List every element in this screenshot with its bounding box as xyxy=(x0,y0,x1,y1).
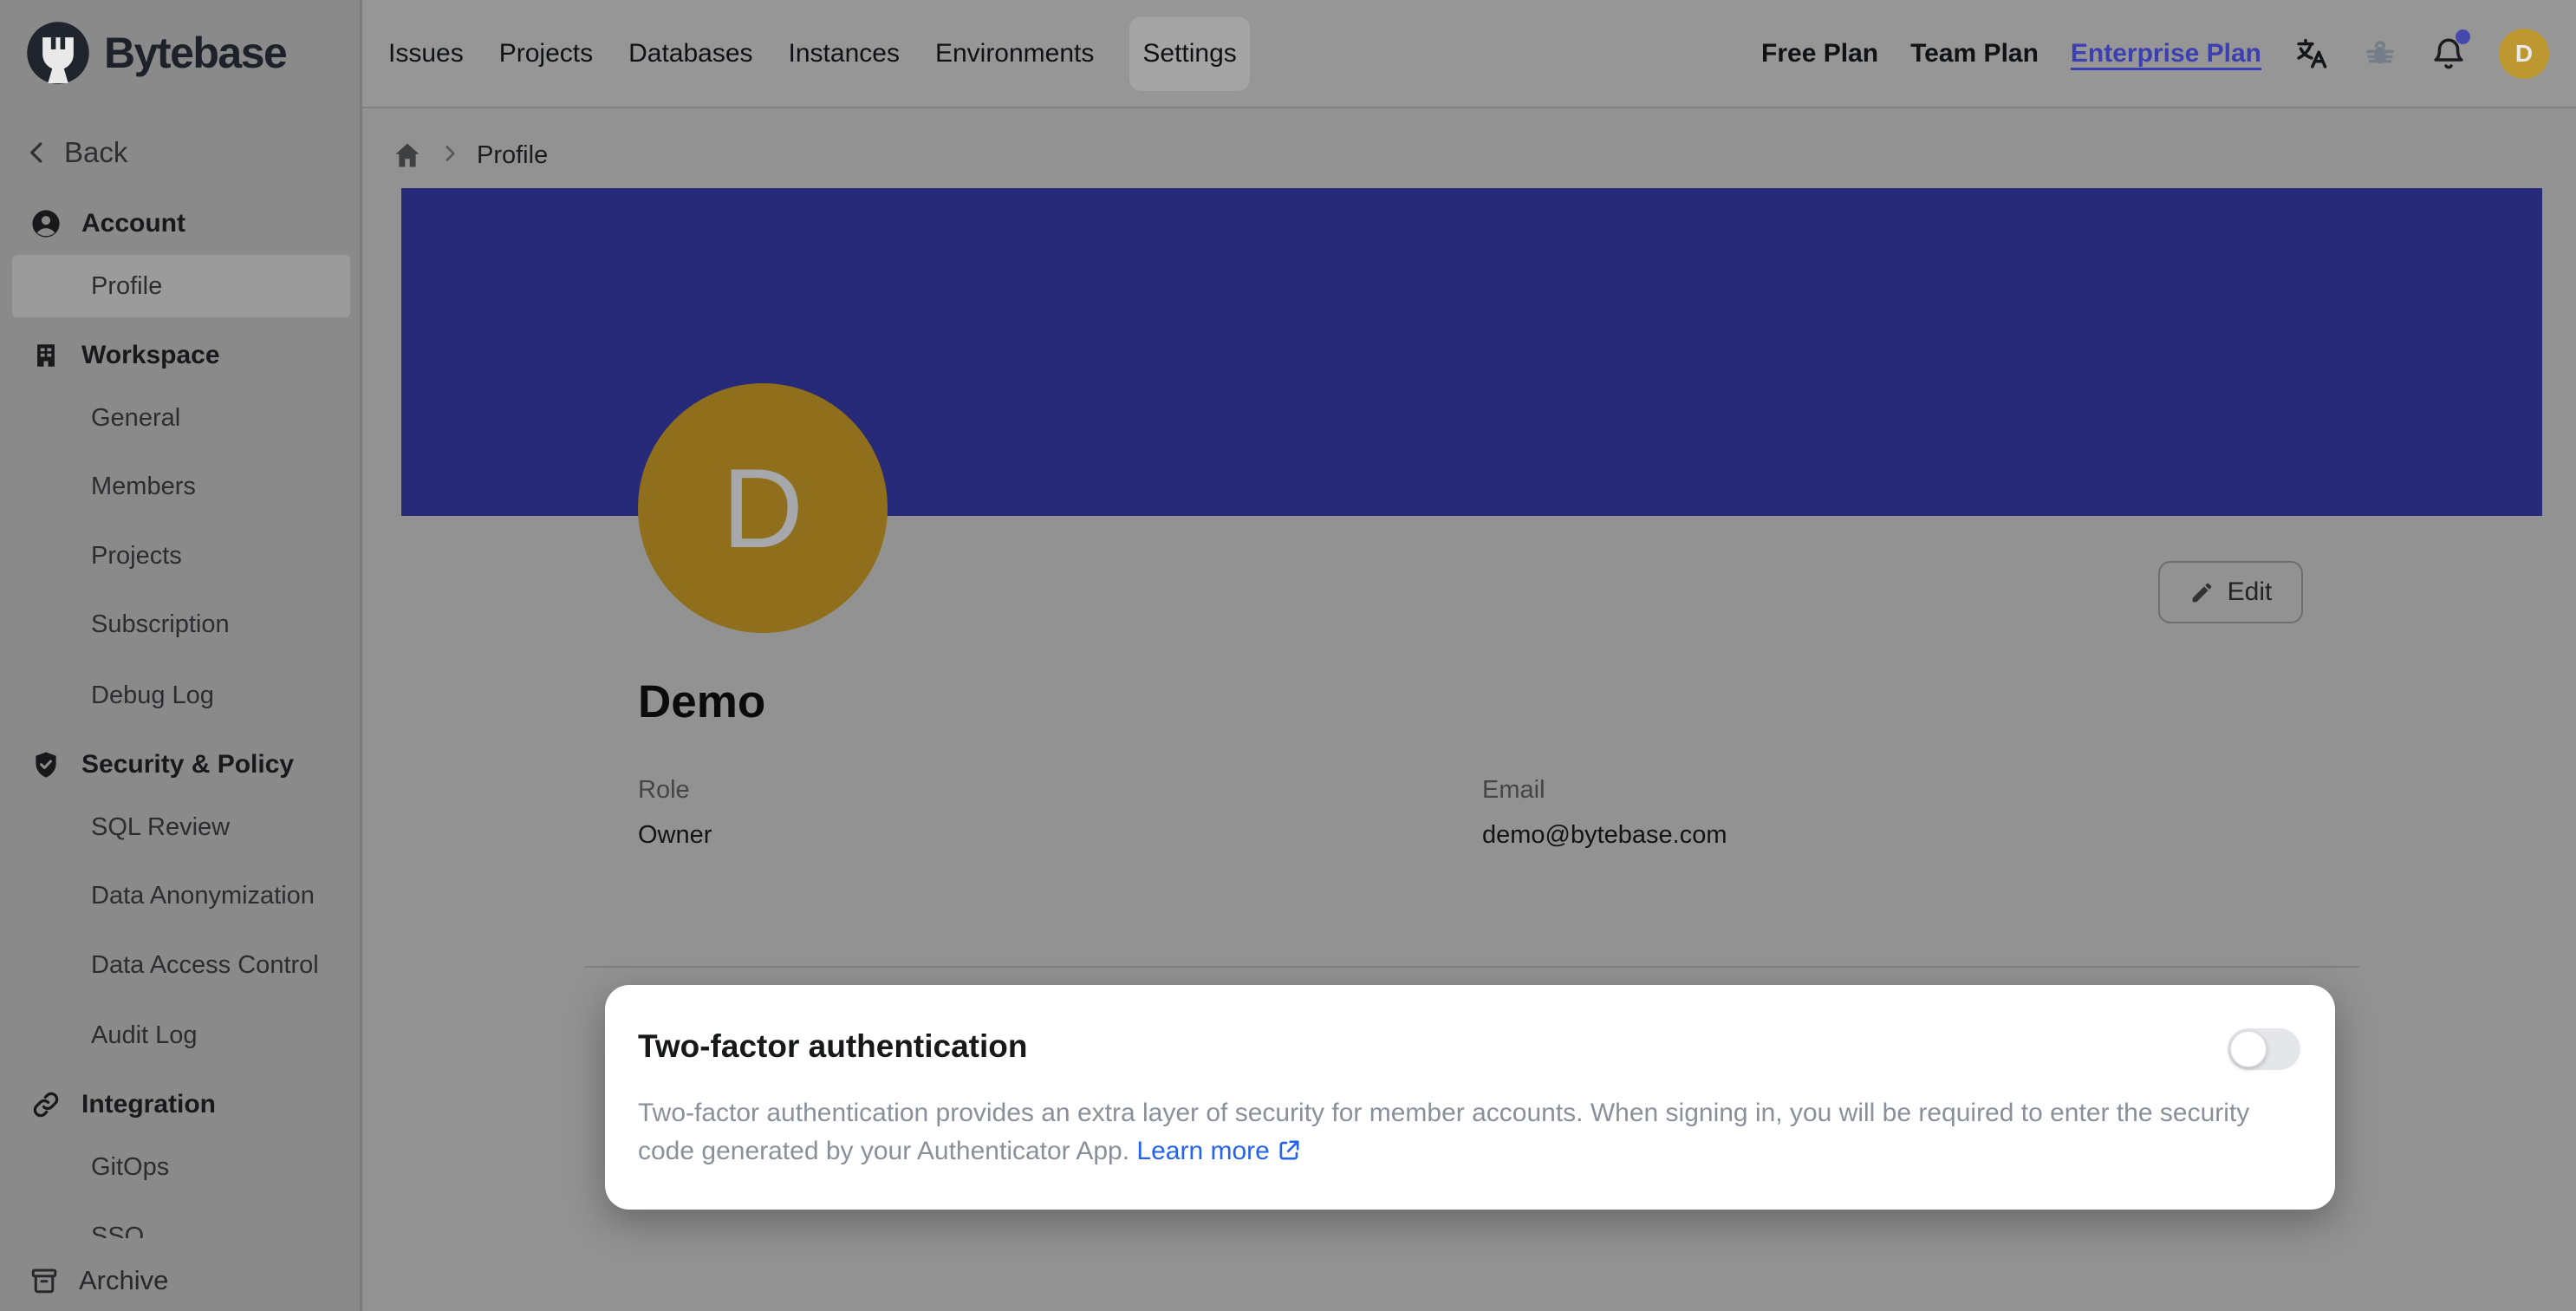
sidebar-section-workspace: Workspace xyxy=(31,336,220,375)
home-icon[interactable] xyxy=(392,140,423,171)
sidebar-item-profile[interactable]: Profile xyxy=(91,267,162,305)
tab-environments[interactable]: Environments xyxy=(935,39,1094,68)
breadcrumb-page-label: Profile xyxy=(477,141,548,170)
sidebar-item-members[interactable]: Members xyxy=(91,467,196,505)
email-value: demo@bytebase.com xyxy=(1482,821,1727,850)
sidebar-item-gitops[interactable]: GitOps xyxy=(91,1148,169,1186)
two-factor-authentication-card: Two-factor authentication Two-factor aut… xyxy=(605,985,2335,1210)
back-label: Back xyxy=(64,136,127,169)
archive-label: Archive xyxy=(79,1265,168,1296)
sidebar-item-data-anonymization[interactable]: Data Anonymization xyxy=(91,877,315,915)
link-icon xyxy=(31,1090,61,1119)
sidebar-item-general[interactable]: General xyxy=(91,399,180,437)
tab-settings[interactable]: Settings xyxy=(1129,16,1249,91)
selected-item-highlight xyxy=(12,255,350,317)
sidebar-item-debug-log[interactable]: Debug Log xyxy=(91,676,214,714)
section-label-workspace: Workspace xyxy=(81,341,220,370)
learn-more-link[interactable]: Learn more xyxy=(1136,1137,1269,1165)
external-link-icon[interactable] xyxy=(1277,1138,1302,1163)
sidebar-section-integration: Integration xyxy=(31,1086,216,1124)
breadcrumb-chevron-icon xyxy=(439,142,461,169)
sidebar-item-subscription[interactable]: Subscription xyxy=(91,605,230,643)
main-nav-tabs: Issues Projects Databases Instances Envi… xyxy=(388,0,1250,107)
archive-box-icon xyxy=(29,1265,60,1296)
email-label: Email xyxy=(1482,776,1727,805)
user-circle-icon xyxy=(31,209,61,238)
team-plan-button[interactable]: Team Plan xyxy=(1910,39,2039,68)
pencil-icon xyxy=(2189,580,2215,605)
tab-issues[interactable]: Issues xyxy=(388,39,464,68)
sidebar-item-sso[interactable]: SSO xyxy=(91,1217,144,1238)
section-label-security-policy: Security & Policy xyxy=(81,750,294,779)
free-plan-button[interactable]: Free Plan xyxy=(1761,39,1878,68)
role-label: Role xyxy=(638,776,712,805)
top-navigation-bar: Issues Projects Databases Instances Envi… xyxy=(362,0,2576,108)
sidebar-item-data-access-control[interactable]: Data Access Control xyxy=(91,946,319,984)
notifications-bell-icon[interactable] xyxy=(2430,36,2467,72)
building-icon xyxy=(31,341,61,370)
settings-sidebar: Bytebase Back Account Profile xyxy=(0,0,362,1311)
user-avatar-menu[interactable]: D xyxy=(2499,29,2549,79)
sidebar-item-sql-review[interactable]: SQL Review xyxy=(91,808,230,846)
sidebar-scroll-area[interactable]: Back Account Profile Workspace General M… xyxy=(0,0,357,1238)
edit-profile-button[interactable]: Edit xyxy=(2158,561,2303,623)
two-factor-description: Two-factor authentication provides an ex… xyxy=(638,1094,2313,1171)
nav-right-cluster: Free Plan Team Plan Enterprise Plan xyxy=(1761,0,2549,107)
tab-databases[interactable]: Databases xyxy=(628,39,752,68)
sidebar-item-archive[interactable]: Archive xyxy=(0,1250,357,1311)
profile-avatar: D xyxy=(638,383,888,633)
role-field: Role Owner xyxy=(638,776,712,850)
chevron-left-icon xyxy=(24,140,50,166)
notification-badge-dot xyxy=(2456,29,2470,44)
two-factor-toggle[interactable] xyxy=(2228,1028,2300,1070)
role-value-link[interactable]: Owner xyxy=(638,821,712,850)
tab-projects[interactable]: Projects xyxy=(499,39,593,68)
edit-button-label: Edit xyxy=(2228,577,2273,607)
two-factor-description-text: Two-factor authentication provides an ex… xyxy=(638,1099,2249,1165)
sidebar-item-audit-log[interactable]: Audit Log xyxy=(91,1016,198,1054)
section-label-integration: Integration xyxy=(81,1090,216,1119)
profile-name: Demo xyxy=(638,675,765,728)
profile-page: Profile D Edit Demo Role Owner Email dem… xyxy=(362,108,2576,1311)
section-divider xyxy=(584,966,2359,968)
enterprise-plan-link[interactable]: Enterprise Plan xyxy=(2071,39,2261,68)
breadcrumb: Profile xyxy=(392,140,548,171)
tab-instances[interactable]: Instances xyxy=(789,39,900,68)
sidebar-item-projects[interactable]: Projects xyxy=(91,537,182,575)
two-factor-title: Two-factor authentication xyxy=(638,1028,1027,1065)
email-field: Email demo@bytebase.com xyxy=(1482,776,1727,850)
shield-check-icon xyxy=(31,750,61,779)
sidebar-section-security-policy: Security & Policy xyxy=(31,746,294,784)
sidebar-section-account: Account xyxy=(31,205,185,243)
back-button[interactable]: Back xyxy=(24,132,127,173)
bug-report-icon[interactable] xyxy=(2362,36,2398,72)
toggle-knob xyxy=(2230,1031,2267,1067)
language-switcher-icon[interactable] xyxy=(2293,36,2330,72)
section-label-account: Account xyxy=(81,209,185,238)
